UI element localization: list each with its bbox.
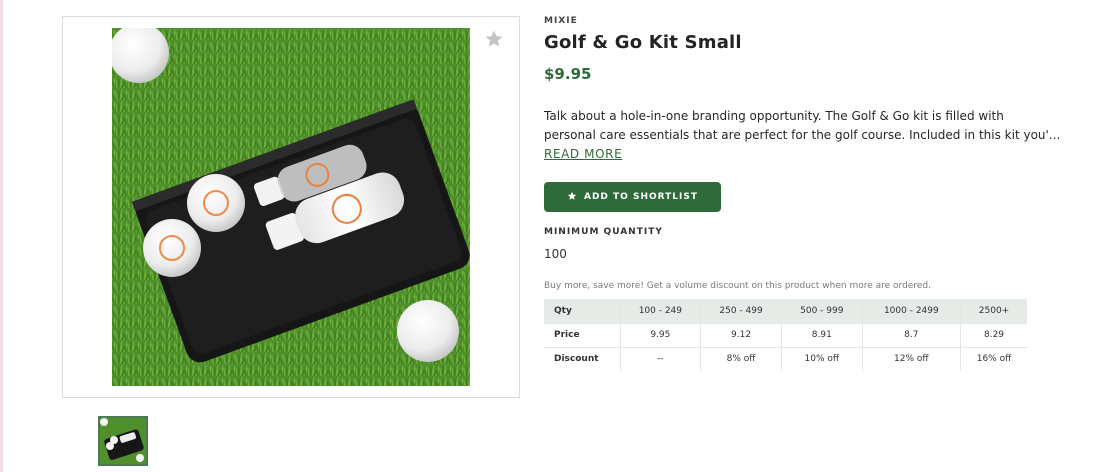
brand-name: MIXIE: [544, 16, 578, 26]
table-cell: 8.29: [960, 323, 1027, 348]
product-thumbnail[interactable]: [98, 416, 148, 466]
product-image-frame: [62, 16, 520, 398]
table-cell: 10% off: [781, 347, 863, 371]
pricing-tier-table: Qty 100 - 249 250 - 499 500 - 999 1000 -…: [544, 299, 1027, 371]
favorite-star-icon[interactable]: [484, 29, 504, 49]
table-cell: 8% off: [700, 347, 782, 371]
page-edge: [0, 0, 3, 472]
add-to-shortlist-button[interactable]: ADD TO SHORTLIST: [544, 182, 721, 212]
product-page: MIXIE Golf & Go Kit Small $9.95 Talk abo…: [0, 0, 1100, 472]
table-row-price: Price 9.95 9.12 8.91 8.7 8.29: [544, 323, 1027, 348]
table-header-cell: 250 - 499: [700, 299, 782, 324]
table-cell: 9.95: [620, 323, 702, 348]
table-cell: Price: [544, 323, 621, 348]
read-more-link[interactable]: READ MORE: [544, 145, 622, 164]
product-image[interactable]: [112, 28, 470, 386]
table-row-discount: Discount -- 8% off 10% off 12% off 16% o…: [544, 347, 1027, 371]
table-header-cell: 1000 - 2499: [862, 299, 962, 324]
table-cell: 8.91: [781, 323, 863, 348]
table-cell: --: [620, 347, 702, 371]
product-price: $9.95: [544, 65, 592, 83]
minimum-quantity-value: 100: [544, 247, 567, 261]
table-cell: Discount: [544, 347, 621, 371]
table-header-cell: 500 - 999: [781, 299, 863, 324]
shortlist-label: ADD TO SHORTLIST: [584, 192, 698, 202]
product-title: Golf & Go Kit Small: [544, 32, 742, 53]
table-cell: 12% off: [862, 347, 962, 371]
product-description: Talk about a hole-in-one branding opport…: [544, 107, 1061, 164]
table-header-cell: 2500+: [960, 299, 1027, 324]
product-details: MIXIE Golf & Go Kit Small $9.95 Talk abo…: [544, 16, 1061, 371]
description-line: Talk about a hole-in-one branding opport…: [544, 109, 1004, 123]
table-cell: 9.12: [700, 323, 782, 348]
description-line: personal care essentials that are perfec…: [544, 128, 1061, 142]
star-icon: [567, 191, 577, 204]
product-photo: [112, 28, 470, 386]
table-header-cell: Qty: [544, 299, 621, 324]
minimum-quantity-label: MINIMUM QUANTITY: [544, 227, 663, 237]
table-header-cell: 100 - 249: [620, 299, 702, 324]
thumbnail-photo: [100, 418, 146, 464]
table-cell: 16% off: [976, 354, 1012, 365]
table-cell: 8.7: [862, 323, 962, 348]
volume-discount-note: Buy more, save more! Get a volume discou…: [544, 281, 931, 291]
table-header-row: Qty 100 - 249 250 - 499 500 - 999 1000 -…: [544, 299, 1027, 324]
